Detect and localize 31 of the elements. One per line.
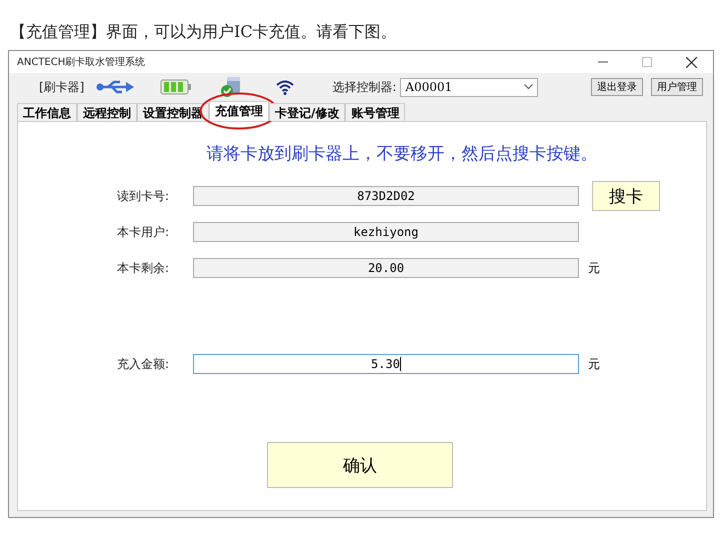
toolbar-button[interactable]: 用户管理 xyxy=(651,78,703,96)
tab[interactable]: 充值管理 xyxy=(209,101,269,121)
close-icon[interactable] xyxy=(686,56,696,68)
field-label: 充入金额: xyxy=(117,356,170,372)
input-field[interactable]: kezhiyong xyxy=(193,222,579,242)
confirm-button[interactable]: 确认 xyxy=(267,442,453,488)
search-card-button[interactable]: 搜卡 xyxy=(592,181,660,211)
battery-icon xyxy=(160,79,192,95)
unit-label: 元 xyxy=(588,356,600,372)
input-field[interactable]: 873D2D02 xyxy=(193,186,579,206)
controller-select[interactable]: A00001 xyxy=(400,78,538,96)
field-label: 读到卡号: xyxy=(117,188,170,204)
tab[interactable]: 账号管理 xyxy=(345,103,406,121)
window-title: ANCTECH刷卡取水管理系统 xyxy=(17,56,146,69)
usb-icon xyxy=(96,79,134,95)
tab[interactable]: 卡登记/修改 xyxy=(269,103,346,121)
tab[interactable]: 远程控制 xyxy=(77,103,137,121)
reader-label: [刷卡器] xyxy=(39,78,84,96)
controller-label: 选择控制器: xyxy=(332,78,396,96)
input-field[interactable]: 5.30 xyxy=(193,354,579,374)
wifi-icon xyxy=(276,79,294,95)
input-field[interactable]: 20.00 xyxy=(193,258,579,278)
chevron-down-icon xyxy=(524,84,534,90)
toolbar-button[interactable]: 退出登录 xyxy=(591,78,643,96)
instruction-text: 请将卡放到刷卡器上，不要移开，然后点搜卡按键。 xyxy=(206,144,598,164)
field-label: 本卡用户: xyxy=(117,224,170,240)
database-check-icon xyxy=(220,76,242,98)
unit-label: 元 xyxy=(588,260,600,276)
tab[interactable]: 工作信息 xyxy=(17,103,77,121)
field-label: 本卡剩余: xyxy=(117,260,170,276)
caption-text: 【充值管理】界面，可以为用户IC卡充值。请看下图。 xyxy=(9,22,398,43)
